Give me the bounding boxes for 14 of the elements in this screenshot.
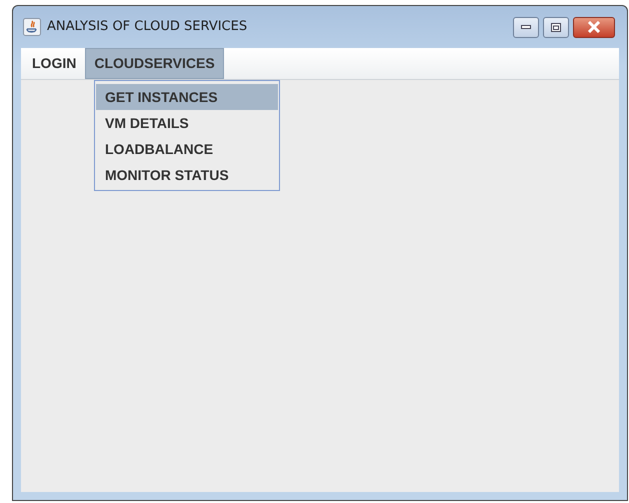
close-icon	[587, 21, 601, 33]
menu-item[interactable]: CLOUDSERVICES	[85, 48, 224, 79]
maximize-icon	[551, 22, 561, 32]
menu-item[interactable]: LOGIN	[23, 48, 86, 79]
menu-item[interactable]: VM DETAILS	[96, 110, 278, 136]
menu-item[interactable]: GET INSTANCES	[96, 84, 278, 110]
close-button[interactable]	[573, 16, 615, 38]
window-title: ANALYSIS OF CLOUD SERVICES	[47, 18, 248, 36]
minimize-icon	[521, 25, 531, 29]
menu-item[interactable]: MONITOR STATUS	[96, 162, 278, 188]
menu-item[interactable]: LOADBALANCE	[96, 136, 278, 162]
minimize-button[interactable]	[513, 16, 539, 38]
app-icon	[23, 18, 41, 36]
maximize-button[interactable]	[543, 16, 569, 38]
